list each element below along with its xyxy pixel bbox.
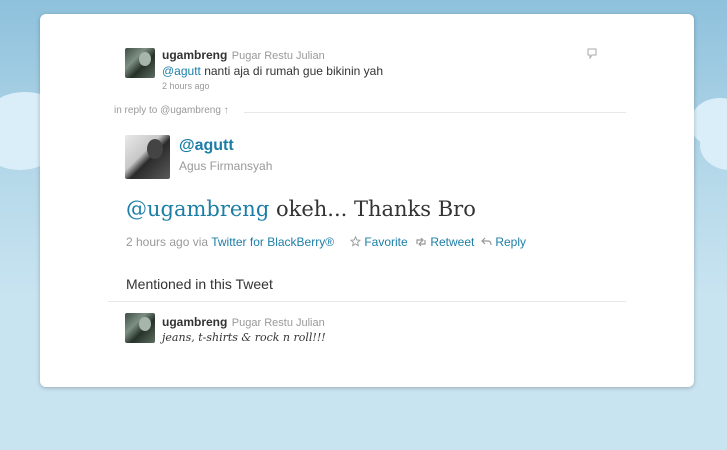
section-heading: Mentioned in this Tweet: [126, 276, 273, 292]
timestamp-link[interactable]: 2 hours ago: [162, 81, 210, 91]
divider: [108, 301, 626, 302]
username-link[interactable]: ugambreng: [162, 48, 227, 62]
tweet-text: nanti aja di rumah gue bikinin yah: [200, 64, 383, 78]
reply-action[interactable]: Reply: [481, 235, 526, 249]
star-icon: [349, 235, 362, 247]
tweet-permalink-card: ugambreng Pugar Restu Julian @agutt nant…: [40, 14, 694, 387]
client-link[interactable]: Twitter for BlackBerry®: [211, 235, 334, 249]
user-bio: jeans, t-shirts & rock n roll!!!: [162, 331, 326, 344]
reply-label: Reply: [495, 235, 527, 249]
mention-link[interactable]: @ugambreng: [126, 197, 269, 221]
via-label: via: [192, 235, 209, 249]
in-reply-to-link[interactable]: in reply to @ugambreng ↑: [114, 105, 229, 116]
speech-bubble-icon[interactable]: [586, 46, 598, 60]
retweet-action[interactable]: Retweet: [415, 235, 474, 249]
real-name: Agus Firmansyah: [179, 159, 273, 173]
username-link[interactable]: ugambreng: [162, 315, 227, 329]
tweet-meta: 2 hours ago via Twitter for BlackBerry®: [126, 235, 334, 249]
timestamp-link[interactable]: 2 hours ago: [126, 235, 189, 249]
favorite-action[interactable]: Favorite: [349, 235, 408, 249]
divider: [244, 112, 626, 113]
tweet-body: okeh... Thanks Bro: [269, 197, 476, 221]
favorite-label: Favorite: [364, 235, 408, 249]
avatar[interactable]: [125, 48, 155, 78]
retweet-label: Retweet: [430, 235, 475, 249]
parent-tweet-text: @agutt nanti aja di rumah gue bikinin ya…: [162, 64, 383, 78]
retweet-icon: [416, 237, 426, 247]
avatar[interactable]: [125, 313, 155, 343]
parent-tweet-header: ugambreng Pugar Restu Julian: [162, 46, 325, 64]
tweet-text: @ugambreng okeh... Thanks Bro: [126, 197, 476, 221]
mention-link[interactable]: @agutt: [162, 64, 201, 78]
avatar[interactable]: [125, 135, 170, 179]
real-name: Pugar Restu Julian: [231, 50, 325, 62]
real-name: Pugar Restu Julian: [231, 317, 325, 329]
mentioned-user-header: ugambreng Pugar Restu Julian: [162, 313, 325, 331]
user-handle[interactable]: @agutt: [179, 137, 234, 155]
reply-arrow-icon: [481, 237, 492, 246]
